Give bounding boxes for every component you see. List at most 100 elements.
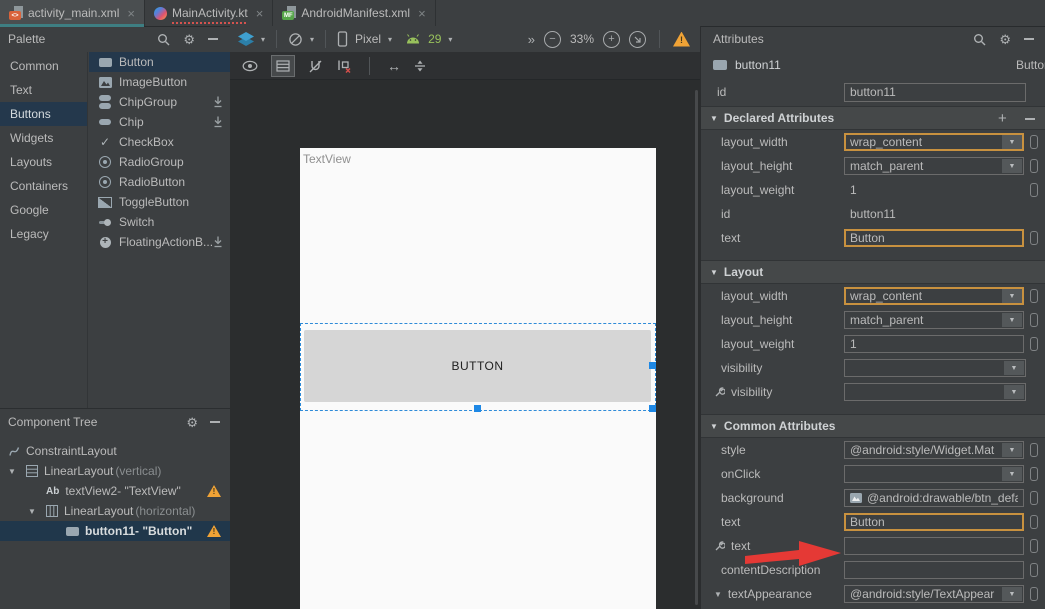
gear-icon[interactable]: ⚙ <box>186 416 198 429</box>
palette-item-imagebutton[interactable]: ImageButton <box>89 72 230 92</box>
resource-toggle-icon[interactable] <box>1030 135 1038 149</box>
palette-item-switch[interactable]: Switch <box>89 212 230 232</box>
expander-icon[interactable]: ▼ <box>710 422 718 431</box>
warning-icon[interactable]: ! <box>207 525 221 537</box>
palette-item-chipgroup[interactable]: ChipGroup <box>89 92 230 112</box>
resource-toggle-icon[interactable] <box>1030 467 1038 481</box>
resource-toggle-icon[interactable] <box>1030 183 1038 197</box>
gear-icon[interactable]: ⚙ <box>183 33 195 46</box>
palette-item-radiogroup[interactable]: RadioGroup <box>89 152 230 172</box>
resource-toggle-icon[interactable] <box>1030 159 1038 173</box>
tools-text-input[interactable] <box>844 537 1024 555</box>
text-input[interactable]: Button <box>844 229 1024 247</box>
horizontal-arrows-icon[interactable]: ↔ <box>387 58 401 74</box>
layout-height-dropdown[interactable]: match_parent ▼ <box>844 311 1024 329</box>
minimize-icon[interactable] <box>208 38 218 40</box>
autoconnect-off-magnet-icon[interactable] <box>308 59 323 73</box>
zoom-out-button[interactable]: − <box>544 31 561 48</box>
section-declared-attributes[interactable]: ▼ Declared Attributes + <box>701 106 1045 130</box>
gear-icon[interactable]: ⚙ <box>999 33 1011 46</box>
dropdown-arrow-icon[interactable]: ▼ <box>1001 467 1022 481</box>
resize-handle-corner[interactable] <box>649 405 656 412</box>
remove-attribute-button[interactable] <box>1025 118 1035 120</box>
resource-toggle-icon[interactable] <box>1030 539 1038 553</box>
close-icon[interactable]: × <box>256 6 264 21</box>
palette-item-floatingactionbutton[interactable]: + FloatingActionB... <box>89 232 230 252</box>
textview-preview[interactable]: TextView <box>303 152 351 166</box>
dropdown-arrow-icon[interactable]: ▼ <box>1001 135 1022 149</box>
tab-activity-main-xml[interactable]: <> activity_main.xml × <box>0 0 145 26</box>
zoom-to-fit-button[interactable] <box>629 31 646 48</box>
textappearance-dropdown[interactable]: @android:style/TextAppear ▼ <box>844 585 1024 603</box>
dropdown-arrow-icon[interactable]: ▼ <box>1001 159 1022 173</box>
zoom-in-button[interactable]: + <box>603 31 620 48</box>
tab-mainactivity-kt[interactable]: MainActivity.kt × <box>145 0 273 26</box>
category-text[interactable]: Text <box>0 78 87 102</box>
resource-toggle-icon[interactable] <box>1030 337 1038 351</box>
dropdown-arrow-icon[interactable]: ▼ <box>1001 443 1022 457</box>
category-google[interactable]: Google <box>0 198 87 222</box>
overflow-icon[interactable]: » <box>528 32 535 47</box>
search-icon[interactable] <box>973 33 986 46</box>
palette-item-checkbox[interactable]: ✓ CheckBox <box>89 132 230 152</box>
category-buttons[interactable]: Buttons <box>0 102 87 126</box>
category-layouts[interactable]: Layouts <box>0 150 87 174</box>
resize-handle-bottom[interactable] <box>474 405 481 412</box>
layout-height-dropdown[interactable]: match_parent ▼ <box>844 157 1024 175</box>
resource-toggle-icon[interactable] <box>1030 563 1038 577</box>
layout-weight-input[interactable]: 1 <box>844 335 1024 353</box>
expander-icon[interactable]: ▼ <box>8 467 16 476</box>
orientation-icon[interactable] <box>288 32 303 47</box>
id-value[interactable]: button11 <box>844 205 1024 223</box>
default-margins-icon[interactable] <box>336 59 352 73</box>
dropdown-arrow-icon[interactable]: ▼ <box>1001 313 1022 327</box>
view-options-eye-icon[interactable] <box>242 60 258 72</box>
dropdown-arrow-icon[interactable]: ▼ <box>1001 587 1022 601</box>
dropdown-arrow-icon[interactable]: ▼ <box>1003 385 1024 399</box>
layout-width-dropdown[interactable]: wrap_content ▼ <box>844 133 1024 151</box>
palette-item-button[interactable]: Button <box>89 52 230 72</box>
warning-icon[interactable]: ! <box>207 485 221 497</box>
warning-icon[interactable]: ! <box>673 32 690 47</box>
search-icon[interactable] <box>157 33 170 46</box>
resource-toggle-icon[interactable] <box>1030 313 1038 327</box>
dropdown-arrow-icon[interactable]: ▼ <box>1003 361 1024 375</box>
visibility-dropdown[interactable]: ▼ <box>844 359 1026 377</box>
tab-androidmanifest-xml[interactable]: MF AndroidManifest.xml × <box>273 0 435 26</box>
resource-toggle-icon[interactable] <box>1030 231 1038 245</box>
resource-toggle-icon[interactable] <box>1030 491 1038 505</box>
section-common-attributes[interactable]: ▼ Common Attributes <box>701 414 1045 438</box>
expander-icon[interactable]: ▼ <box>710 114 718 123</box>
tree-node-button11[interactable]: button11- "Button" ! <box>0 521 230 541</box>
expander-icon[interactable]: ▼ <box>710 268 718 277</box>
layout-width-dropdown[interactable]: wrap_content ▼ <box>844 287 1024 305</box>
minimize-icon[interactable] <box>1024 38 1034 40</box>
api-level-selector[interactable]: 29 <box>428 32 441 46</box>
resource-toggle-icon[interactable] <box>1030 515 1038 529</box>
vertical-distribute-icon[interactable] <box>414 59 426 73</box>
resource-toggle-icon[interactable] <box>1030 587 1038 601</box>
expander-icon[interactable]: ▼ <box>714 590 722 599</box>
category-common[interactable]: Common <box>0 54 87 78</box>
tree-node-linearlayout-vertical[interactable]: ▼ LinearLayout(vertical) <box>0 461 230 481</box>
resource-toggle-icon[interactable] <box>1030 443 1038 457</box>
tree-node-linearlayout-horizontal[interactable]: ▼ LinearLayout(horizontal) <box>0 501 230 521</box>
palette-item-radiobutton[interactable]: RadioButton <box>89 172 230 192</box>
style-dropdown[interactable]: @android:style/Widget.Mat ▼ <box>844 441 1024 459</box>
background-input[interactable]: @android:drawable/btn_defau <box>844 489 1024 507</box>
minimize-icon[interactable] <box>210 421 220 423</box>
category-widgets[interactable]: Widgets <box>0 126 87 150</box>
tools-visibility-dropdown[interactable]: ▼ <box>844 383 1026 401</box>
chevron-down-icon[interactable]: ▾ <box>261 35 265 44</box>
dropdown-arrow-icon[interactable]: ▼ <box>1001 289 1022 303</box>
palette-item-togglebutton[interactable]: ToggleButton <box>89 192 230 212</box>
device-selector[interactable]: Pixel <box>355 32 381 46</box>
close-icon[interactable]: × <box>127 6 135 21</box>
button-preview[interactable]: BUTTON <box>304 330 651 402</box>
palette-item-chip[interactable]: Chip <box>89 112 230 132</box>
text-input[interactable]: Button <box>844 513 1024 531</box>
category-legacy[interactable]: Legacy <box>0 222 87 246</box>
add-attribute-button[interactable]: + <box>998 110 1007 127</box>
layout-weight-value[interactable]: 1 <box>844 181 1024 199</box>
resource-toggle-icon[interactable] <box>1030 289 1038 303</box>
